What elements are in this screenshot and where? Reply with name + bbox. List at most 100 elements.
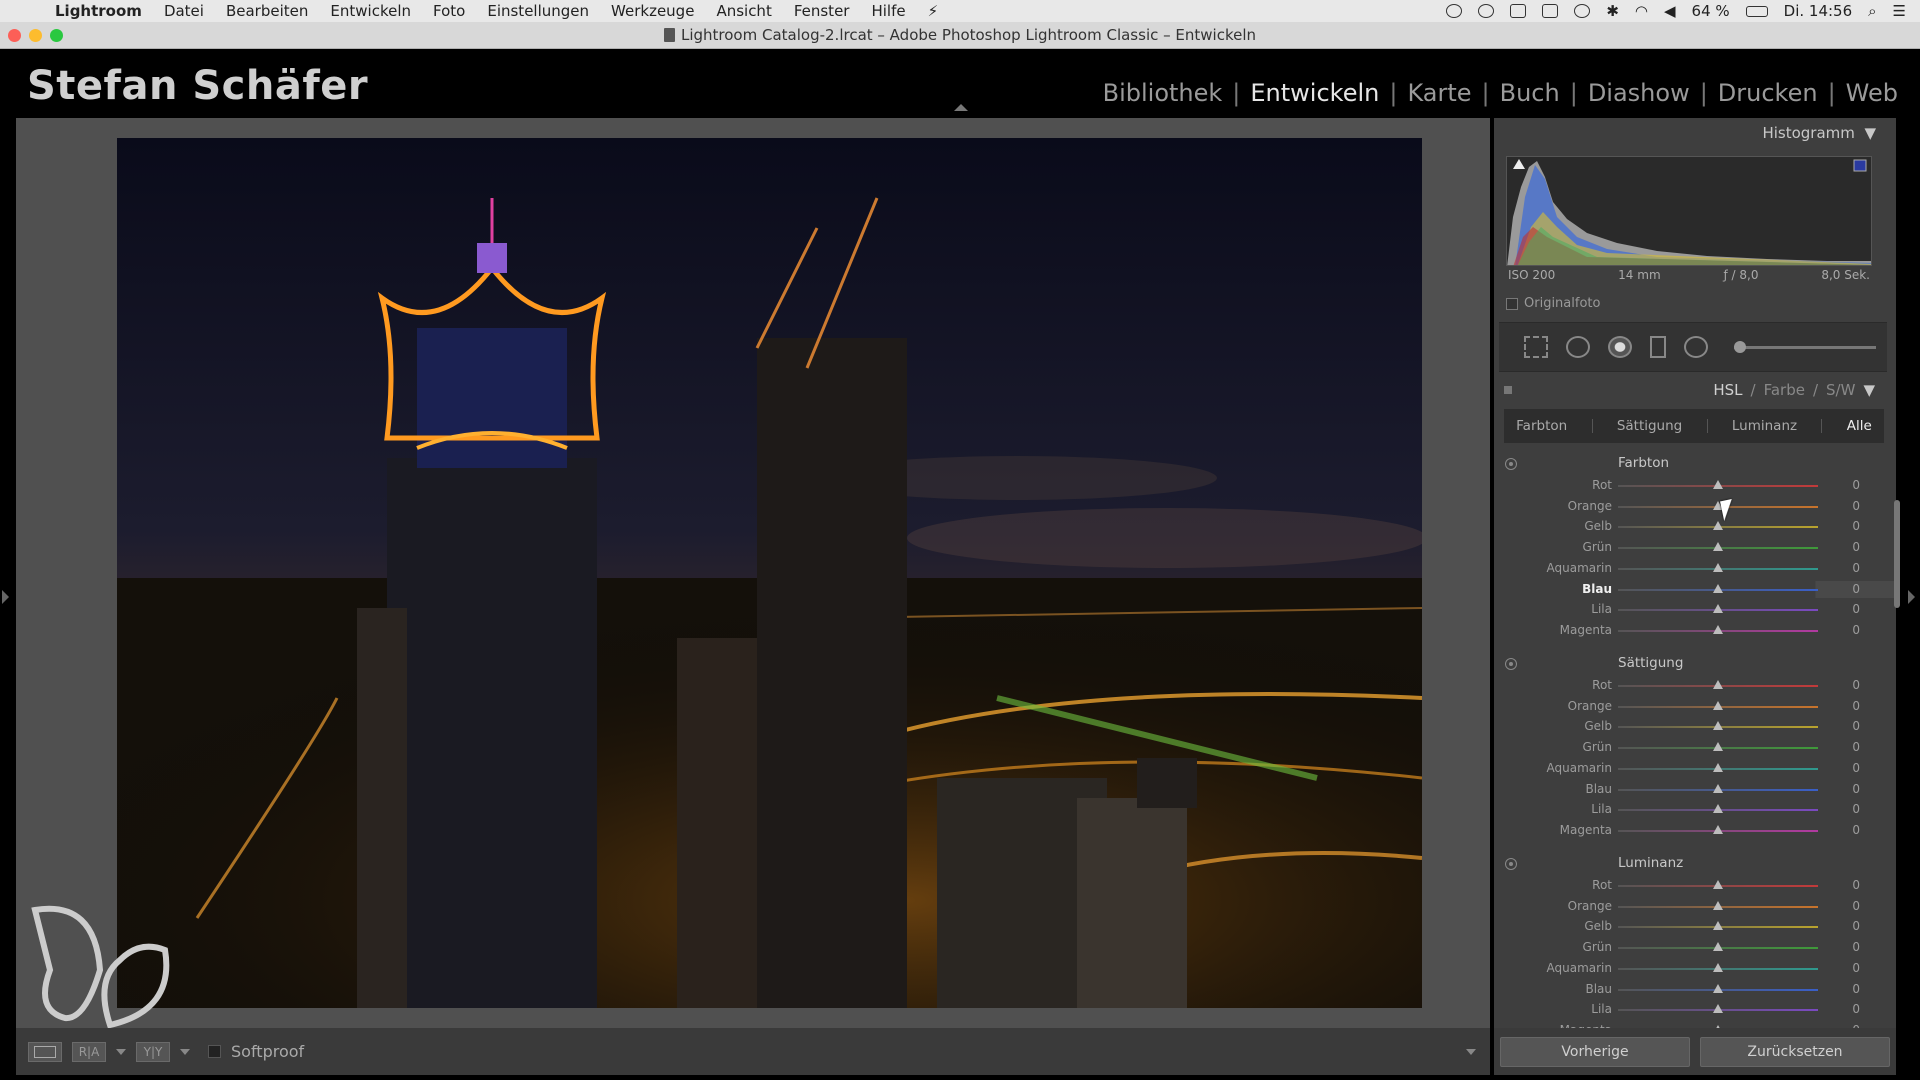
slider-thumb[interactable] xyxy=(1713,983,1723,993)
slider-value[interactable]: 0 xyxy=(1852,961,1860,975)
menu-hilfe[interactable]: Hilfe xyxy=(860,2,916,20)
hsl-slider-row[interactable]: Blau 0 xyxy=(1494,981,1896,998)
panel-toggle-icon[interactable] xyxy=(1504,386,1512,394)
volume-icon[interactable]: ◀ xyxy=(1664,2,1676,20)
slider-thumb[interactable] xyxy=(1713,521,1723,531)
tab-farbton[interactable]: Farbton xyxy=(1516,418,1567,434)
slider-thumb[interactable] xyxy=(1713,880,1723,889)
farbe-switch[interactable]: Farbe xyxy=(1764,381,1805,399)
menu-einstellungen[interactable]: Einstellungen xyxy=(476,2,600,20)
slider-value[interactable]: 0 xyxy=(1852,878,1860,892)
slider-value[interactable]: 0 xyxy=(1852,582,1860,596)
slider-value[interactable]: 0 xyxy=(1852,1002,1860,1016)
hsl-slider-row[interactable]: Blau 0 xyxy=(1494,781,1896,798)
hsl-slider-row[interactable]: Gelb 0 xyxy=(1494,718,1896,735)
module-entwickeln[interactable]: Entwickeln xyxy=(1240,79,1389,107)
collapse-hsl-icon[interactable]: ▼ xyxy=(1863,381,1875,399)
record-icon[interactable] xyxy=(1478,4,1495,18)
module-web[interactable]: Web xyxy=(1836,79,1908,107)
spot-removal-icon[interactable] xyxy=(1566,336,1590,358)
slider-thumb[interactable] xyxy=(1713,804,1723,814)
slider-thumb[interactable] xyxy=(1713,824,1723,834)
slider-thumb[interactable] xyxy=(1713,542,1723,552)
module-diashow[interactable]: Diashow xyxy=(1578,79,1700,107)
right-panel-scrollbar[interactable] xyxy=(1894,500,1900,608)
battery-icon[interactable] xyxy=(1745,5,1768,17)
hsl-slider-row[interactable]: Rot 0 xyxy=(1494,677,1896,694)
slider-value[interactable]: 0 xyxy=(1852,519,1860,533)
module-drucken[interactable]: Drucken xyxy=(1708,79,1828,107)
menu-app[interactable]: Lightroom xyxy=(44,2,153,20)
graduated-filter-icon[interactable] xyxy=(1650,336,1666,358)
collapse-top-panel-icon[interactable] xyxy=(954,104,968,111)
target-adjustment-icon[interactable] xyxy=(1505,858,1517,870)
slider-thumb[interactable] xyxy=(1713,942,1723,952)
menu-bearbeiten[interactable]: Bearbeiten xyxy=(215,2,319,20)
clock[interactable]: Di. 14:56 xyxy=(1784,2,1852,20)
hsl-slider-row[interactable]: Lila 0 xyxy=(1494,801,1896,818)
close-window-button[interactable] xyxy=(8,29,21,42)
module-buch[interactable]: Buch xyxy=(1490,79,1570,107)
collapse-right-panel-icon[interactable] xyxy=(1908,590,1915,604)
target-adjustment-icon[interactable] xyxy=(1505,458,1517,470)
slider-value[interactable]: 0 xyxy=(1852,499,1860,513)
sw-switch[interactable]: S/W xyxy=(1826,381,1855,399)
spotlight-icon[interactable]: ⌕ xyxy=(1868,2,1876,20)
slider-thumb[interactable] xyxy=(1713,742,1723,752)
reset-button[interactable]: Zurücksetzen xyxy=(1700,1036,1890,1067)
menu-foto[interactable]: Foto xyxy=(422,2,476,20)
softproof-checkbox[interactable] xyxy=(208,1045,221,1058)
slider-thumb[interactable] xyxy=(1713,562,1723,572)
slider-value[interactable]: 0 xyxy=(1852,740,1860,754)
slider-value[interactable]: 0 xyxy=(1852,782,1860,796)
histogram[interactable] xyxy=(1506,156,1872,266)
highlight-clipping-icon[interactable] xyxy=(1853,159,1867,172)
hsl-slider-row[interactable]: Aquamarin 0 xyxy=(1494,760,1896,777)
module-karte[interactable]: Karte xyxy=(1397,79,1481,107)
airplay-icon[interactable] xyxy=(1542,4,1559,18)
toolbar-content-dropdown-icon[interactable] xyxy=(1466,1048,1476,1055)
hsl-slider-row[interactable]: Orange 0 xyxy=(1494,898,1896,915)
red-eye-icon[interactable] xyxy=(1608,336,1632,358)
slider-thumb[interactable] xyxy=(1713,921,1723,931)
hsl-slider-row[interactable]: Orange 0 xyxy=(1494,698,1896,715)
hsl-slider-row[interactable]: Aquamarin 0 xyxy=(1494,560,1896,577)
bluetooth-icon[interactable]: ✱ xyxy=(1606,2,1619,20)
menu-fenster[interactable]: Fenster xyxy=(783,2,861,20)
slider-thumb[interactable] xyxy=(1713,762,1723,772)
slider-thumb[interactable] xyxy=(1713,900,1723,910)
slider-thumb[interactable] xyxy=(1713,962,1723,972)
slider-thumb[interactable] xyxy=(1713,721,1723,731)
slider-value[interactable]: 0 xyxy=(1852,561,1860,575)
expand-left-panel-icon[interactable] xyxy=(2,590,9,604)
time-machine-icon[interactable] xyxy=(1574,4,1591,18)
slider-thumb[interactable] xyxy=(1713,1004,1723,1014)
before-after-yy-button[interactable]: Y|Y xyxy=(136,1041,170,1062)
loupe-view-button[interactable] xyxy=(28,1041,62,1062)
hsl-slider-row[interactable]: Magenta 0 xyxy=(1494,822,1896,839)
slider-value[interactable]: 0 xyxy=(1852,719,1860,733)
before-after-button[interactable]: R|A xyxy=(72,1041,106,1062)
slider-value[interactable]: 0 xyxy=(1852,982,1860,996)
before-after-dropdown-icon[interactable] xyxy=(116,1048,126,1055)
slider-value[interactable]: 0 xyxy=(1852,678,1860,692)
script-icon[interactable]: ⚡ xyxy=(917,2,950,20)
slider-value[interactable]: 0 xyxy=(1852,602,1860,616)
slider-value[interactable]: 0 xyxy=(1852,761,1860,775)
slider-value[interactable]: 0 xyxy=(1852,940,1860,954)
tab-saettigung[interactable]: Sättigung xyxy=(1617,418,1682,434)
hsl-slider-row[interactable]: Lila 0 xyxy=(1494,601,1896,618)
crop-icon[interactable] xyxy=(1524,336,1548,358)
before-after-yy-dropdown-icon[interactable] xyxy=(180,1048,190,1055)
slider-thumb[interactable] xyxy=(1713,583,1723,593)
hsl-slider-row[interactable]: Aquamarin 0 xyxy=(1494,960,1896,977)
bookmark-icon[interactable] xyxy=(1510,4,1527,18)
shadow-clipping-icon[interactable] xyxy=(1513,159,1525,169)
hsl-slider-row[interactable]: Gelb 0 xyxy=(1494,518,1896,535)
menu-werkzeuge[interactable]: Werkzeuge xyxy=(600,2,705,20)
tab-luminanz[interactable]: Luminanz xyxy=(1732,418,1797,434)
module-bibliothek[interactable]: Bibliothek xyxy=(1093,79,1233,107)
previous-button[interactable]: Vorherige xyxy=(1500,1036,1690,1067)
slider-value[interactable]: 0 xyxy=(1852,623,1860,637)
slider-value[interactable]: 0 xyxy=(1852,540,1860,554)
